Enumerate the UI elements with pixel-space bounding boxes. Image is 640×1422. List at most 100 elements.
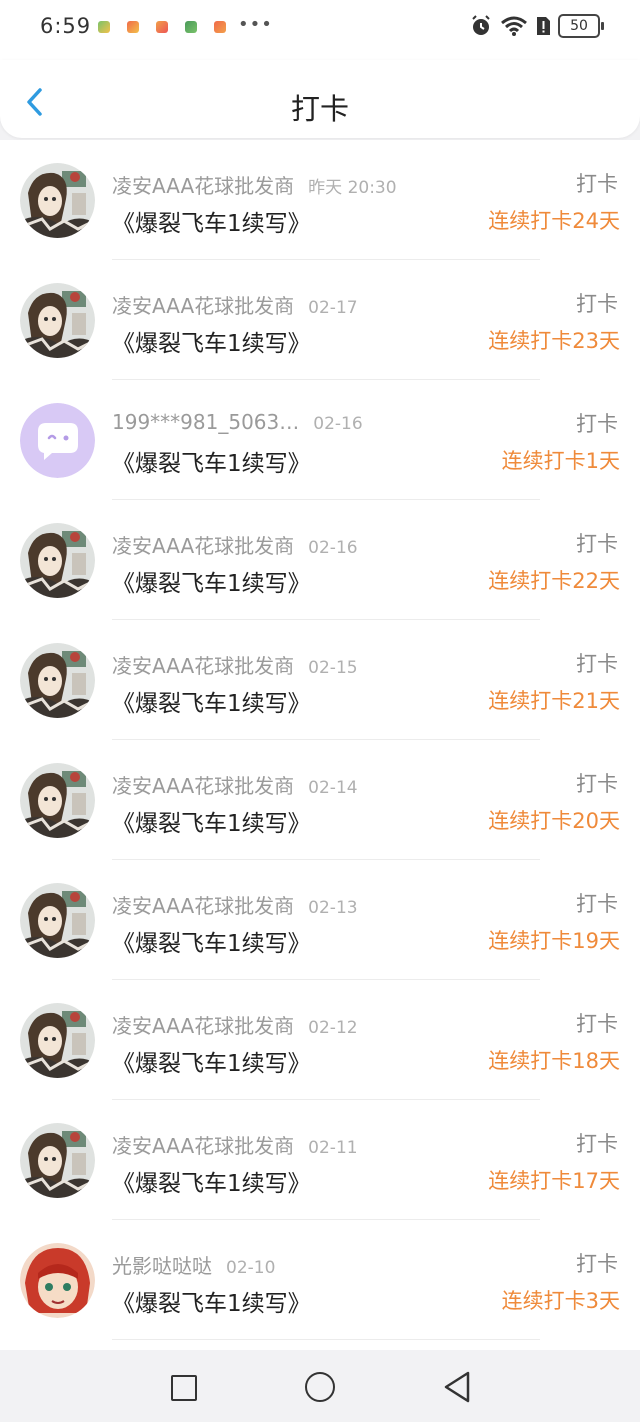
username[interactable]: 凌安AAA花球批发商	[112, 894, 294, 918]
name-line: 凌安AAA花球批发商 02-14	[112, 770, 358, 799]
recents-square-icon[interactable]	[171, 1375, 197, 1401]
user-avatar-image	[20, 523, 95, 598]
username[interactable]: 凌安AAA花球批发商	[112, 1134, 294, 1158]
avatar[interactable]	[20, 763, 95, 838]
user-avatar-image	[20, 643, 95, 718]
book-title[interactable]: 《爆裂飞车1续写》	[112, 804, 311, 838]
username[interactable]: 凌安AAA花球批发商	[112, 294, 294, 318]
avatar[interactable]	[20, 283, 95, 358]
user-avatar-image	[20, 1003, 95, 1078]
book-title[interactable]: 《爆裂飞车1续写》	[112, 1284, 311, 1318]
checkin-date: 02-16	[308, 538, 358, 558]
checkin-label: 打卡	[576, 772, 618, 796]
avatar[interactable]	[20, 403, 95, 478]
avatar[interactable]	[20, 163, 95, 238]
checkin-row[interactable]: 199***981_5063… 02-16 《爆裂飞车1续写》 打卡 连续打卡1天	[0, 380, 640, 500]
avatar[interactable]	[20, 643, 95, 718]
checkin-row[interactable]: 光影哒哒哒 02-10 《爆裂飞车1续写》 打卡连续打卡3天	[0, 1220, 640, 1340]
user-avatar-image	[20, 883, 95, 958]
streak-label: 连续打卡1天	[501, 449, 620, 473]
wifi-icon	[501, 16, 527, 36]
checkin-row[interactable]: 凌安AAA花球批发商 02-17 《爆裂飞车1续写》 打卡连续打卡23天	[0, 260, 640, 380]
book-title[interactable]: 《爆裂飞车1续写》	[112, 204, 311, 238]
name-line: 凌安AAA花球批发商 02-13	[112, 890, 358, 919]
checkin-label: 打卡	[576, 1012, 618, 1036]
book-title[interactable]: 《爆裂飞车1续写》	[112, 684, 311, 718]
streak-label: 连续打卡3天	[501, 1289, 620, 1313]
book-title[interactable]: 《爆裂飞车1续写》	[112, 444, 311, 478]
sim-alert-icon	[537, 17, 550, 35]
book-title[interactable]: 《爆裂飞车1续写》	[112, 1044, 311, 1078]
checkin-row[interactable]: 凌安AAA花球批发商 昨天 20:30 《爆裂飞车1续写》 打卡 连续打卡24天	[0, 140, 640, 260]
name-line: 凌安AAA花球批发商 昨天 20:30	[112, 170, 397, 199]
checkin-label: 打卡	[576, 652, 618, 676]
status-bar: 6:59 ••• 50	[0, 0, 640, 60]
avatar[interactable]	[20, 1123, 95, 1198]
checkin-date: 02-17	[308, 298, 358, 318]
username[interactable]: 凌安AAA花球批发商	[112, 1014, 294, 1038]
checkin-row[interactable]: 凌安AAA花球批发商 02-16 《爆裂飞车1续写》 打卡连续打卡22天	[0, 500, 640, 620]
streak-label: 连续打卡22天	[488, 569, 620, 593]
checkin-label: 打卡	[576, 292, 618, 316]
checkin-list: 凌安AAA花球批发商 昨天 20:30 《爆裂飞车1续写》 打卡 连续打卡24天 凌安AA…	[0, 140, 640, 1350]
checkin-label: 打卡	[576, 1252, 618, 1276]
name-line: 199***981_5063… 02-16	[112, 410, 363, 434]
battery-indicator: 50	[558, 14, 604, 38]
status-time: 6:59	[40, 14, 92, 38]
alarm-icon	[472, 15, 490, 35]
avatar[interactable]	[20, 1003, 95, 1078]
avatar[interactable]	[20, 883, 95, 958]
streak-label: 连续打卡17天	[488, 1169, 620, 1193]
checkin-row[interactable]: 凌安AAA花球批发商 02-12 《爆裂飞车1续写》 打卡连续打卡18天	[0, 980, 640, 1100]
checkin-date: 02-10	[226, 1258, 276, 1278]
checkin-label: 打卡	[576, 892, 618, 916]
checkin-date: 02-15	[308, 658, 358, 678]
page-title: 打卡	[290, 92, 349, 126]
username[interactable]: 凌安AAA花球批发商	[112, 774, 294, 798]
streak-label: 连续打卡18天	[488, 1049, 620, 1073]
user-avatar-image	[20, 1123, 95, 1198]
streak-label: 连续打卡23天	[488, 329, 620, 353]
streak-label: 连续打卡21天	[488, 689, 620, 713]
checkin-date: 02-11	[308, 1138, 358, 1158]
notification-app-icon	[156, 21, 168, 33]
name-line: 凌安AAA花球批发商 02-15	[112, 650, 358, 679]
checkin-date: 02-12	[308, 1018, 358, 1038]
checkin-label: 打卡	[576, 532, 618, 556]
username[interactable]: 光影哒哒哒	[112, 1254, 212, 1278]
back-triangle-icon[interactable]	[442, 1370, 472, 1404]
user-avatar-image	[20, 163, 95, 238]
book-title[interactable]: 《爆裂飞车1续写》	[112, 1164, 311, 1198]
streak-label: 连续打卡19天	[488, 929, 620, 953]
checkin-date: 02-16	[313, 414, 363, 434]
username[interactable]: 凌安AAA花球批发商	[112, 654, 294, 678]
more-notifications-icon: •••	[238, 14, 273, 35]
username[interactable]: 凌安AAA花球批发商	[112, 534, 294, 558]
book-title[interactable]: 《爆裂飞车1续写》	[112, 324, 311, 358]
book-title[interactable]: 《爆裂飞车1续写》	[112, 924, 311, 958]
name-line: 凌安AAA花球批发商 02-11	[112, 1130, 358, 1159]
divider	[112, 1339, 540, 1340]
user-avatar-image	[20, 763, 95, 838]
username[interactable]: 凌安AAA花球批发商	[112, 174, 294, 198]
checkin-label: 打卡	[576, 412, 618, 436]
name-line: 凌安AAA花球批发商 02-17	[112, 290, 358, 319]
avatar[interactable]	[20, 1243, 95, 1318]
user-avatar-image	[20, 1243, 95, 1318]
system-nav-bar	[0, 1350, 640, 1422]
home-circle-icon[interactable]	[305, 1372, 335, 1402]
streak-label: 连续打卡24天	[488, 209, 620, 233]
username[interactable]: 199***981_5063…	[112, 410, 299, 434]
book-title[interactable]: 《爆裂飞车1续写》	[112, 564, 311, 598]
checkin-row[interactable]: 凌安AAA花球批发商 02-13 《爆裂飞车1续写》 打卡连续打卡19天	[0, 860, 640, 980]
checkin-date: 02-14	[308, 778, 358, 798]
checkin-row[interactable]: 凌安AAA花球批发商 02-14 《爆裂飞车1续写》 打卡 连续打卡20天	[0, 740, 640, 860]
avatar[interactable]	[20, 523, 95, 598]
default-avatar-icon	[20, 403, 95, 478]
checkin-row[interactable]: 凌安AAA花球批发商 02-11 《爆裂飞车1续写》 打卡连续打卡17天	[0, 1100, 640, 1220]
name-line: 凌安AAA花球批发商 02-12	[112, 1010, 358, 1039]
name-line: 凌安AAA花球批发商 02-16	[112, 530, 358, 559]
notification-icons	[98, 21, 226, 33]
checkin-label: 打卡	[576, 1132, 618, 1156]
checkin-row[interactable]: 凌安AAA花球批发商 02-15 《爆裂飞车1续写》 打卡连续打卡21天	[0, 620, 640, 740]
